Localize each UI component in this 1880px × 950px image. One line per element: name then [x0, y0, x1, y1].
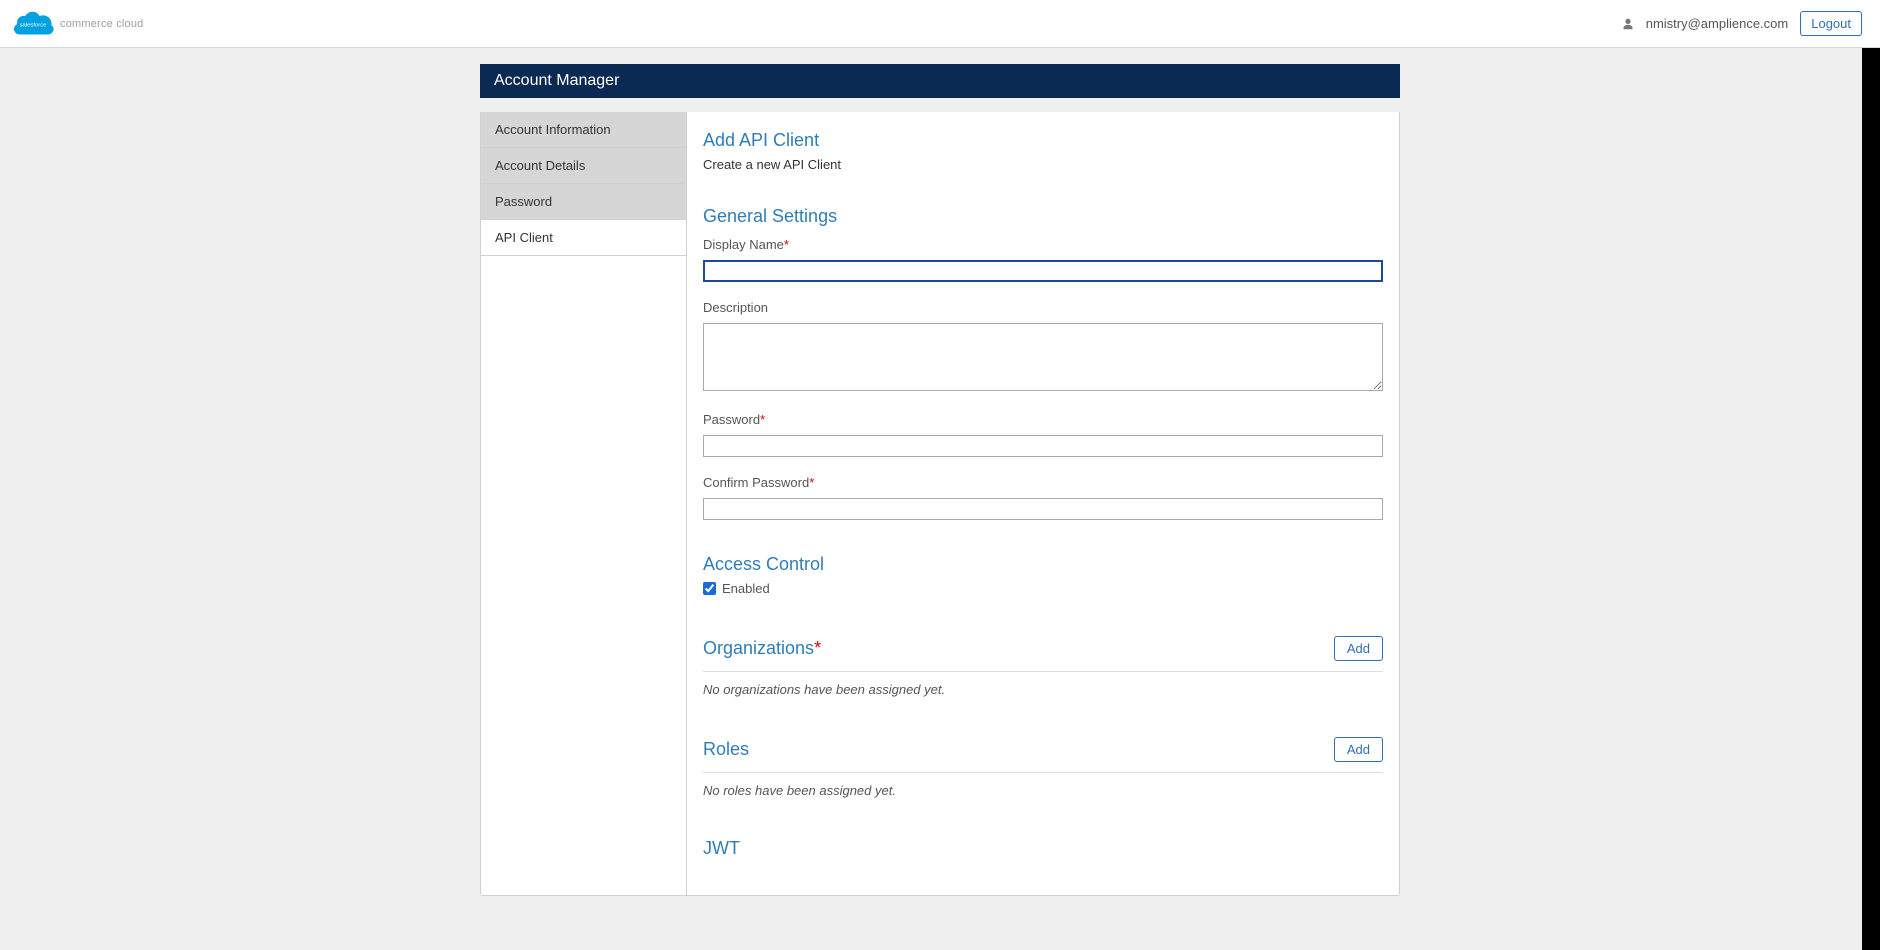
panel-body: Account Information Account Details Pass… [480, 112, 1400, 896]
confirm-password-label: Confirm Password* [703, 475, 1383, 490]
access-control-title: Access Control [703, 554, 1383, 575]
sidebar-item-account-details[interactable]: Account Details [481, 148, 686, 184]
user-icon [1622, 18, 1634, 30]
panel-header: Account Manager [480, 64, 1400, 98]
add-api-client-title: Add API Client [703, 130, 1383, 151]
display-name-input[interactable] [703, 260, 1383, 282]
enabled-checkbox[interactable] [703, 582, 716, 595]
page-wrap: Account Manager Account Information Acco… [480, 64, 1400, 896]
salesforce-cloud-icon: salesforce [12, 9, 54, 39]
sidebar-item-api-client[interactable]: API Client [481, 220, 686, 256]
description-label: Description [703, 300, 1383, 315]
organizations-header: Organizations* Add [703, 636, 1383, 672]
jwt-title: JWT [703, 838, 1383, 859]
roles-empty: No roles have been assigned yet. [703, 783, 1383, 798]
svg-text:salesforce: salesforce [20, 22, 48, 28]
description-input[interactable] [703, 323, 1383, 391]
user-area: nmistry@amplience.com Logout [1622, 11, 1862, 36]
sidebar-item-account-information[interactable]: Account Information [481, 112, 686, 148]
add-api-client-subtitle: Create a new API Client [703, 157, 1383, 172]
sidebar-item-password[interactable]: Password [481, 184, 686, 220]
display-name-label: Display Name* [703, 237, 1383, 252]
general-settings-title: General Settings [703, 206, 1383, 227]
logo: salesforce commerce cloud [12, 9, 144, 39]
organizations-empty: No organizations have been assigned yet. [703, 682, 1383, 697]
right-edge-gutter [1862, 48, 1880, 950]
logo-text: commerce cloud [60, 18, 144, 30]
logout-button[interactable]: Logout [1800, 11, 1862, 36]
roles-title: Roles [703, 739, 749, 760]
add-role-button[interactable]: Add [1334, 737, 1383, 762]
confirm-password-input[interactable] [703, 498, 1383, 520]
topbar: salesforce commerce cloud nmistry@amplie… [0, 0, 1880, 48]
password-label: Password* [703, 412, 1383, 427]
add-organization-button[interactable]: Add [1334, 636, 1383, 661]
content: Add API Client Create a new API Client G… [687, 112, 1399, 895]
enabled-label: Enabled [722, 581, 770, 596]
roles-header: Roles Add [703, 737, 1383, 773]
user-email: nmistry@amplience.com [1646, 16, 1789, 31]
organizations-title: Organizations* [703, 638, 821, 659]
password-input[interactable] [703, 435, 1383, 457]
sidebar: Account Information Account Details Pass… [481, 112, 687, 895]
